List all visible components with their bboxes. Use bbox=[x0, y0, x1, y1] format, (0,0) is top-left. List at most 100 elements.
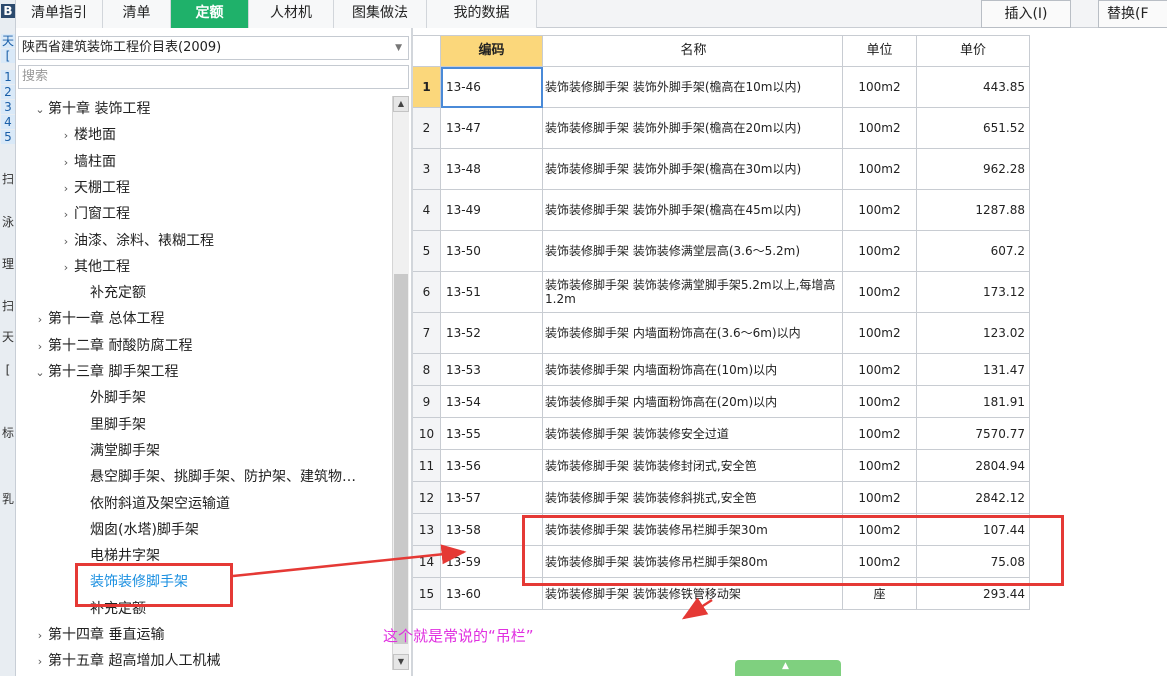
insert-button[interactable]: 插入(I) bbox=[981, 0, 1071, 28]
row-unit[interactable]: 100m2 bbox=[843, 108, 917, 149]
row-number[interactable]: 5 bbox=[413, 231, 441, 272]
row-name[interactable]: 装饰装修脚手架 内墙面粉饰高在(10m)以内 bbox=[543, 354, 843, 386]
row-name[interactable]: 装饰装修脚手架 装饰装修安全过道 bbox=[543, 418, 843, 450]
chevron-right-icon[interactable]: › bbox=[58, 176, 74, 202]
table-row[interactable]: 6 13-51 装饰装修脚手架 装饰装修满堂脚手架5.2m以上,每增高1.2m 100… bbox=[413, 272, 1030, 313]
left-strip-item[interactable]: 3 bbox=[1, 100, 15, 114]
tree-item[interactable]: › 第十一章 总体工程 bbox=[32, 306, 165, 333]
search-input[interactable]: 搜索 bbox=[18, 65, 409, 89]
row-name[interactable]: 装饰装修脚手架 装饰外脚手架(檐高在45m以内) bbox=[543, 190, 843, 231]
header-name[interactable]: 名称 bbox=[543, 35, 843, 67]
tree-item[interactable]: › 天棚工程 bbox=[58, 175, 130, 201]
left-strip-item[interactable]: [ bbox=[1, 49, 15, 63]
bottom-expand-tab[interactable]: ▲ bbox=[735, 660, 841, 676]
row-unit[interactable]: 100m2 bbox=[843, 272, 917, 313]
left-strip-item[interactable]: 天 bbox=[1, 34, 15, 48]
table-row[interactable]: 10 13-55 装饰装修脚手架 装饰装修安全过道 100m2 7570.77 bbox=[413, 418, 1030, 450]
tree-item[interactable]: 里脚手架 bbox=[74, 412, 146, 438]
row-unit[interactable]: 100m2 bbox=[843, 231, 917, 272]
left-strip-item[interactable]: 乳 bbox=[1, 492, 15, 506]
replace-button[interactable]: 替换(F bbox=[1098, 0, 1167, 28]
chevron-right-icon[interactable]: › bbox=[32, 307, 48, 333]
row-name[interactable]: 装饰装修脚手架 装饰装修满堂脚手架5.2m以上,每增高1.2m bbox=[543, 272, 843, 313]
library-select[interactable]: 陕西省建筑装饰工程价目表(2009) ▼ bbox=[18, 36, 409, 60]
row-code[interactable]: 13-50 bbox=[441, 231, 543, 272]
row-code[interactable]: 13-57 bbox=[441, 482, 543, 514]
row-unit[interactable]: 100m2 bbox=[843, 149, 917, 190]
tree-item[interactable]: ⌄ 第十三章 脚手架工程 bbox=[32, 359, 178, 385]
row-price[interactable]: 181.91 bbox=[917, 386, 1030, 418]
row-name[interactable]: 装饰装修脚手架 装饰外脚手架(檐高在10m以内) bbox=[543, 67, 843, 108]
row-price[interactable]: 123.02 bbox=[917, 313, 1030, 354]
row-code[interactable]: 13-47 bbox=[441, 108, 543, 149]
tree-item[interactable]: › 油漆、涂料、裱糊工程 bbox=[58, 228, 214, 254]
left-strip-item[interactable]: 标 bbox=[1, 426, 15, 440]
tab-my-data[interactable]: 我的数据 bbox=[427, 0, 537, 28]
chevron-right-icon[interactable]: › bbox=[32, 623, 48, 649]
row-code[interactable]: 13-53 bbox=[441, 354, 543, 386]
row-number[interactable]: 11 bbox=[413, 450, 441, 482]
chevron-right-icon[interactable]: › bbox=[58, 150, 74, 176]
left-strip-item[interactable]: 扫 bbox=[1, 172, 15, 186]
chevron-right-icon[interactable]: › bbox=[32, 649, 48, 670]
row-code[interactable]: 13-48 bbox=[441, 149, 543, 190]
table-row[interactable]: 8 13-53 装饰装修脚手架 内墙面粉饰高在(10m)以内 100m2 131.47 bbox=[413, 354, 1030, 386]
row-name[interactable]: 装饰装修脚手架 装饰装修封闭式,安全笆 bbox=[543, 450, 843, 482]
row-unit[interactable]: 100m2 bbox=[843, 354, 917, 386]
row-unit[interactable]: 100m2 bbox=[843, 386, 917, 418]
tree-item[interactable]: › 门窗工程 bbox=[58, 201, 130, 227]
row-number[interactable]: 12 bbox=[413, 482, 441, 514]
row-name[interactable]: 装饰装修脚手架 内墙面粉饰高在(20m)以内 bbox=[543, 386, 843, 418]
table-row[interactable]: 7 13-52 装饰装修脚手架 内墙面粉饰高在(3.6～6m)以内 100m2 123.… bbox=[413, 313, 1030, 354]
row-name[interactable]: 装饰装修脚手架 装饰外脚手架(檐高在30m以内) bbox=[543, 149, 843, 190]
row-name[interactable]: 装饰装修脚手架 装饰装修斜挑式,安全笆 bbox=[543, 482, 843, 514]
header-price[interactable]: 单价 bbox=[917, 35, 1030, 67]
row-code[interactable]: 13-54 bbox=[441, 386, 543, 418]
row-price[interactable]: 131.47 bbox=[917, 354, 1030, 386]
row-number[interactable]: 10 bbox=[413, 418, 441, 450]
tree-item[interactable]: 烟囱(水塔)脚手架 bbox=[74, 517, 199, 543]
row-code[interactable]: 13-55 bbox=[441, 418, 543, 450]
row-price[interactable]: 173.12 bbox=[917, 272, 1030, 313]
row-code[interactable]: 13-56 bbox=[441, 450, 543, 482]
row-number[interactable]: 4 bbox=[413, 190, 441, 231]
tree-item[interactable]: › 楼地面 bbox=[58, 122, 116, 148]
chevron-right-icon[interactable]: › bbox=[58, 202, 74, 228]
scroll-up-arrow-icon[interactable]: ▲ bbox=[393, 96, 409, 112]
row-number[interactable]: 7 bbox=[413, 313, 441, 354]
header-unit[interactable]: 单位 bbox=[843, 35, 917, 67]
row-price[interactable]: 2842.12 bbox=[917, 482, 1030, 514]
left-strip-item[interactable]: 理 bbox=[1, 257, 15, 271]
tree-item[interactable]: › 墙柱面 bbox=[58, 149, 116, 175]
tab-labor-material-machine[interactable]: 人材机 bbox=[249, 0, 334, 28]
row-number[interactable]: 6 bbox=[413, 272, 441, 313]
tree-item[interactable]: 悬空脚手架、挑脚手架、防护架、建筑物… bbox=[74, 464, 356, 490]
row-name[interactable]: 装饰装修脚手架 装饰外脚手架(檐高在20m以内) bbox=[543, 108, 843, 149]
left-strip-item[interactable]: 4 bbox=[1, 115, 15, 129]
row-price[interactable]: 962.28 bbox=[917, 149, 1030, 190]
left-strip-item[interactable]: 2 bbox=[1, 85, 15, 99]
row-price[interactable]: 1287.88 bbox=[917, 190, 1030, 231]
row-price[interactable]: 443.85 bbox=[917, 67, 1030, 108]
row-unit[interactable]: 100m2 bbox=[843, 482, 917, 514]
row-unit[interactable]: 100m2 bbox=[843, 313, 917, 354]
left-strip-item[interactable]: 5 bbox=[1, 130, 15, 144]
tab-atlas-method[interactable]: 图集做法 bbox=[334, 0, 427, 28]
table-row[interactable]: 12 13-57 装饰装修脚手架 装饰装修斜挑式,安全笆 100m2 2842.12 bbox=[413, 482, 1030, 514]
tree-item[interactable]: 满堂脚手架 bbox=[74, 438, 160, 464]
tree-item[interactable]: 外脚手架 bbox=[74, 385, 146, 411]
scroll-down-arrow-icon[interactable]: ▼ bbox=[393, 654, 409, 670]
table-row[interactable]: 4 13-49 装饰装修脚手架 装饰外脚手架(檐高在45m以内) 100m2 1287.… bbox=[413, 190, 1030, 231]
row-number[interactable]: 8 bbox=[413, 354, 441, 386]
row-number[interactable]: 13 bbox=[413, 514, 441, 546]
row-number[interactable]: 15 bbox=[413, 578, 441, 610]
chevron-right-icon[interactable]: › bbox=[58, 123, 74, 149]
tree-item[interactable]: › 第十四章 垂直运输 bbox=[32, 622, 165, 649]
header-code[interactable]: 编码 bbox=[441, 35, 543, 67]
table-row[interactable]: 2 13-47 装饰装修脚手架 装饰外脚手架(檐高在20m以内) 100m2 651.5… bbox=[413, 108, 1030, 149]
table-row[interactable]: 1 13-46 装饰装修脚手架 装饰外脚手架(檐高在10m以内) 100m2 443.8… bbox=[413, 67, 1030, 108]
row-number[interactable]: 14 bbox=[413, 546, 441, 578]
row-price[interactable]: 7570.77 bbox=[917, 418, 1030, 450]
tab-bill-guide[interactable]: 清单指引 bbox=[16, 0, 103, 28]
tree-item[interactable]: ⌄ 第十章 装饰工程 bbox=[32, 96, 150, 122]
